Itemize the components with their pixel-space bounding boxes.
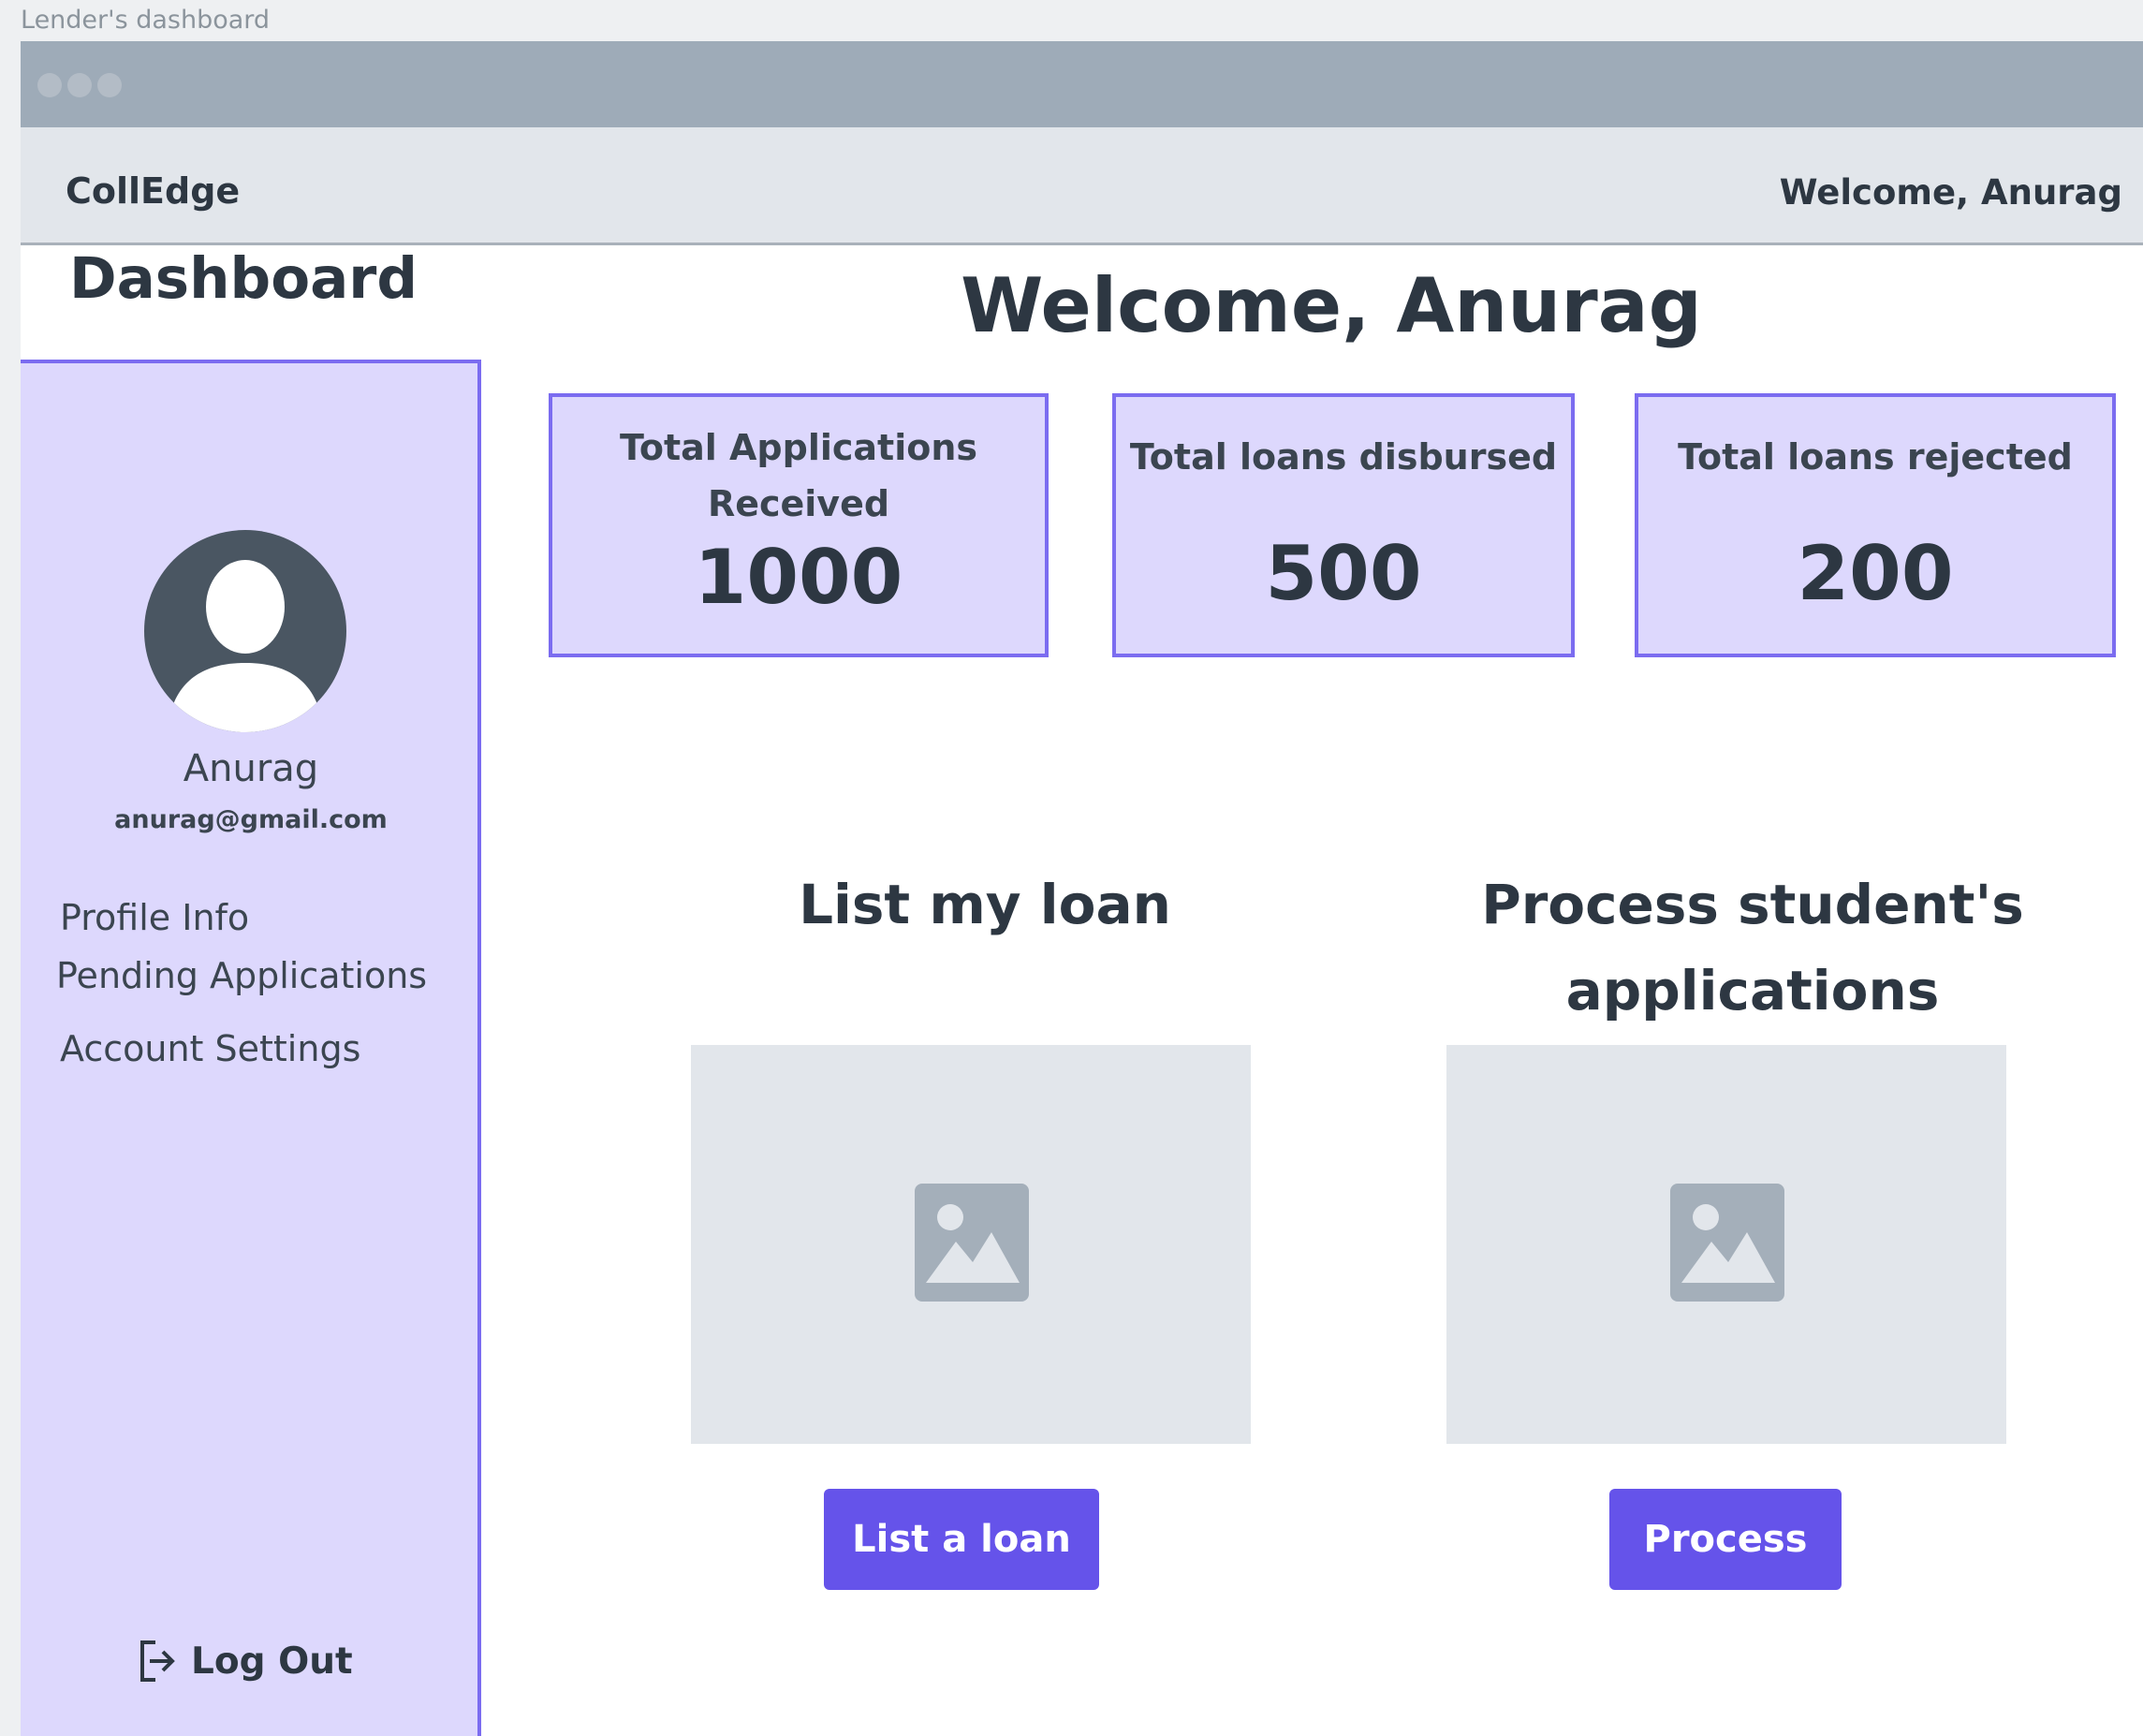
- stat-label-line1: Total Applications: [619, 427, 978, 468]
- stat-label-line2: Received: [707, 483, 890, 524]
- navbar-welcome: Welcome, Anurag: [1779, 172, 2122, 213]
- image-placeholder-icon: [1670, 1184, 1784, 1302]
- logout-label: Log Out: [191, 1640, 353, 1683]
- list-loan-image-placeholder: [691, 1045, 1251, 1444]
- sidebar: Anurag anurag@gmail.com Profile Info Pen…: [21, 360, 481, 1736]
- page-caption: Lender's dashboard: [21, 6, 271, 35]
- stat-card-applications: Total Applications Received 1000: [549, 393, 1049, 657]
- window-maximize-dot[interactable]: [97, 73, 122, 97]
- brand-logo[interactable]: CollEdge: [66, 170, 240, 212]
- user-avatar-icon: [144, 530, 346, 732]
- stat-card-rejected: Total loans rejected 200: [1635, 393, 2116, 657]
- app-window: CollEdge Welcome, Anurag Dashboard Anura…: [21, 41, 2143, 1736]
- stat-value: 1000: [694, 534, 903, 621]
- section-title-line: applications: [1565, 959, 1940, 1022]
- process-image-placeholder: [1446, 1045, 2006, 1444]
- process-button[interactable]: Process: [1609, 1489, 1842, 1590]
- window-titlebar: [21, 41, 2143, 127]
- image-placeholder-icon: [915, 1184, 1029, 1302]
- main-welcome-heading: Welcome, Anurag: [961, 262, 1702, 349]
- user-name: Anurag: [183, 747, 319, 790]
- sidebar-item-account-settings[interactable]: Account Settings: [60, 1028, 360, 1069]
- stat-value: 500: [1265, 530, 1422, 617]
- stat-label-line1: Total loans disbursed: [1129, 436, 1558, 478]
- top-navbar: CollEdge Welcome, Anurag: [21, 127, 2143, 245]
- stat-value: 200: [1797, 530, 1954, 617]
- user-email: anurag@gmail.com: [114, 805, 388, 834]
- window-close-dot[interactable]: [37, 73, 62, 97]
- stat-label-line1: Total loans rejected: [1678, 436, 2073, 478]
- section-title-line: List my loan: [799, 873, 1171, 936]
- stat-card-disbursed: Total loans disbursed 500: [1112, 393, 1575, 657]
- sidebar-item-pending-applications[interactable]: Pending Applications: [56, 955, 427, 996]
- sidebar-item-profile-info[interactable]: Profile Info: [60, 897, 249, 938]
- logout-icon: [140, 1640, 175, 1682]
- section-title-line: Process student's: [1481, 873, 2024, 936]
- logout-button[interactable]: Log Out: [137, 1637, 353, 1685]
- window-minimize-dot[interactable]: [67, 73, 92, 97]
- dashboard-title: Dashboard: [69, 245, 418, 312]
- list-a-loan-button[interactable]: List a loan: [824, 1489, 1099, 1590]
- section-title-list-loan: List my loan: [704, 861, 1266, 948]
- section-title-process-applications: Process student's applications: [1406, 861, 2099, 1034]
